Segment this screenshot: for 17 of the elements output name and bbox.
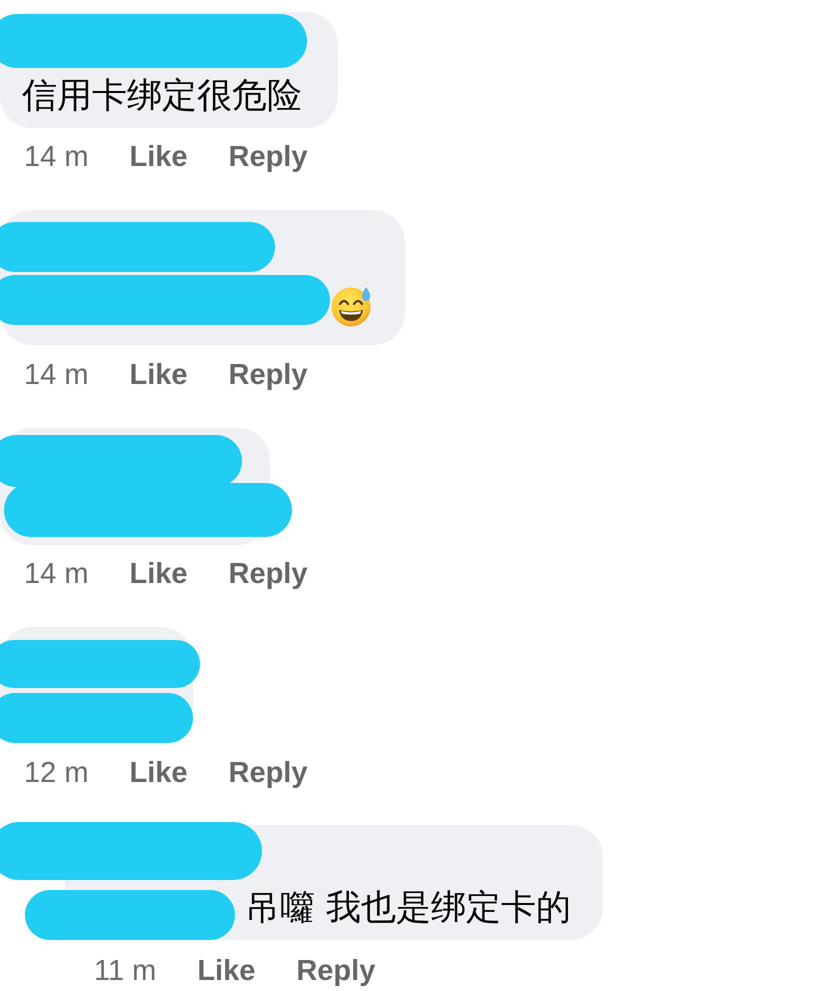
like-button[interactable]: Like	[129, 359, 188, 391]
comment-time: 11 m	[94, 955, 156, 987]
comment-time: 12 m	[24, 757, 88, 789]
reply-button[interactable]: Reply	[228, 757, 308, 789]
comment-time: 14 m	[24, 141, 88, 173]
comment-text: 信用卡绑定很危险	[22, 76, 302, 116]
reply-button[interactable]: Reply	[296, 955, 376, 987]
comment-time: 14 m	[24, 359, 88, 391]
comment-text: 吊囖 我也是绑定卡的	[245, 888, 572, 928]
like-button[interactable]: Like	[129, 558, 188, 590]
like-button[interactable]: Like	[129, 141, 188, 173]
reply-button[interactable]: Reply	[228, 558, 308, 590]
like-button[interactable]: Like	[197, 955, 256, 987]
reply-button[interactable]: Reply	[228, 359, 308, 391]
comment-time: 14 m	[24, 558, 88, 590]
like-button[interactable]: Like	[129, 757, 188, 789]
reply-button[interactable]: Reply	[228, 141, 308, 173]
